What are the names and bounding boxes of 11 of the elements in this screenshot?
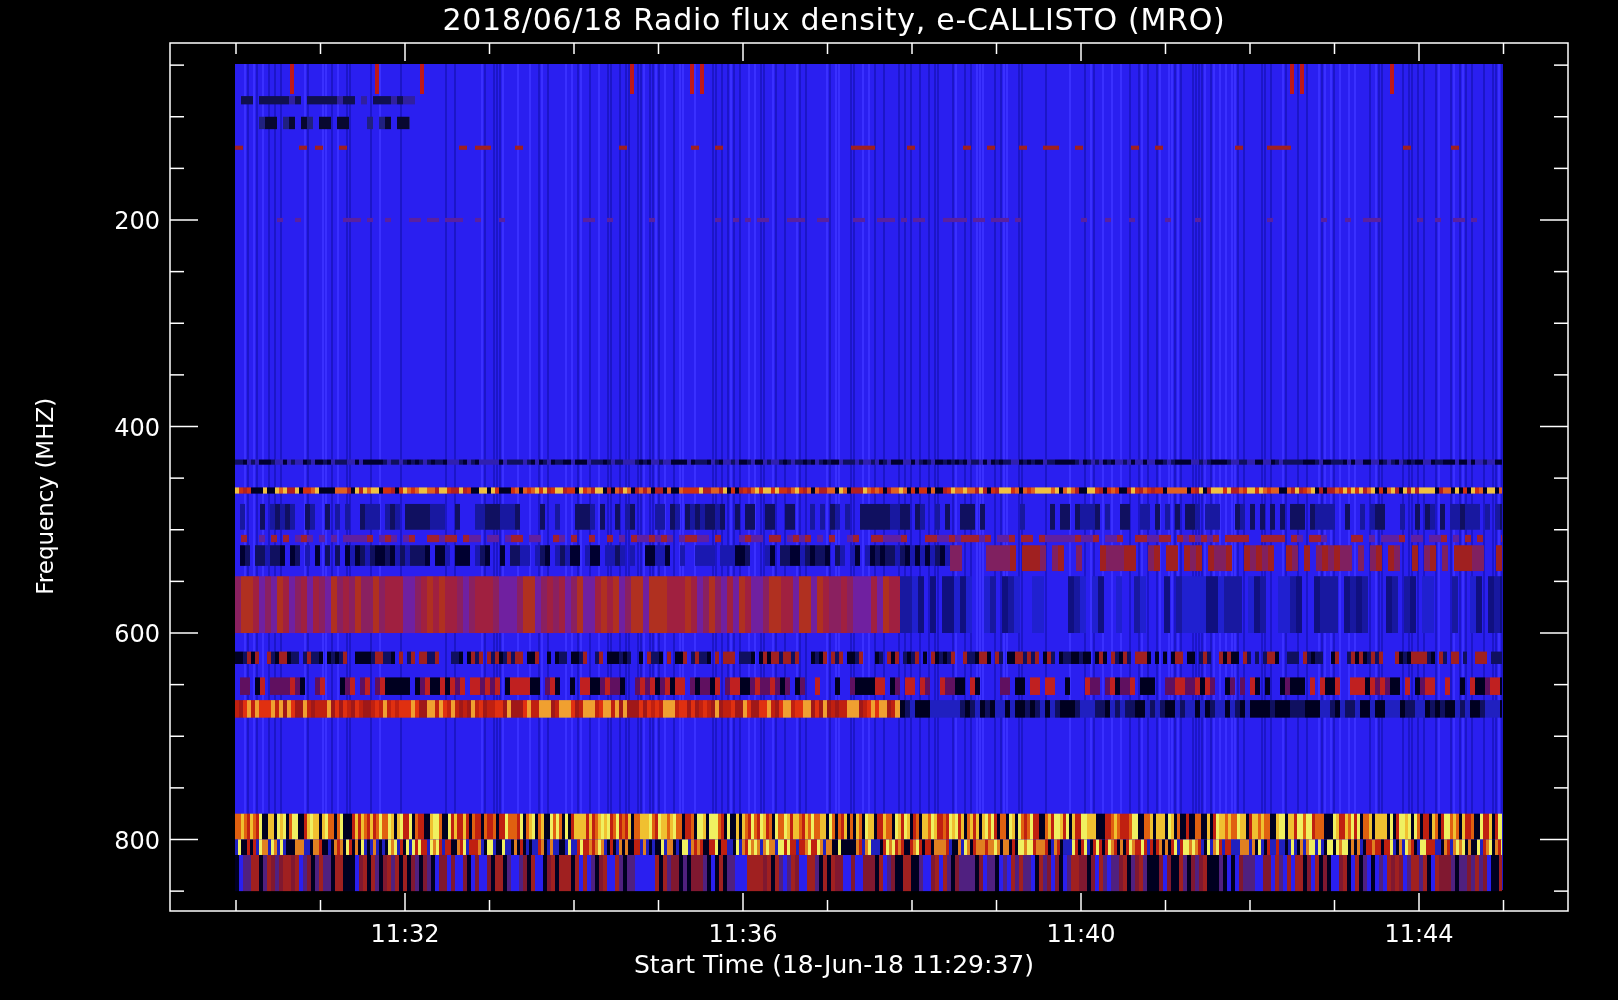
tick-label: 600 <box>114 620 160 648</box>
tick-label: 11:36 <box>708 920 778 948</box>
axis-label: Frequency (MHZ) <box>30 397 59 595</box>
tick-label: 11:32 <box>370 920 440 948</box>
axis-label: Start Time (18-Jun-18 11:29:37) <box>634 952 1034 977</box>
chart-title: 2018/06/18 Radio flux density, e-CALLISTO (MRO) <box>442 5 1226 35</box>
tick-label: 400 <box>114 413 160 442</box>
tick-label: 11:44 <box>1384 920 1454 948</box>
tick-label: 200 <box>114 207 160 235</box>
tick-label: 11:40 <box>1046 920 1116 948</box>
tick-label: 800 <box>114 826 160 855</box>
